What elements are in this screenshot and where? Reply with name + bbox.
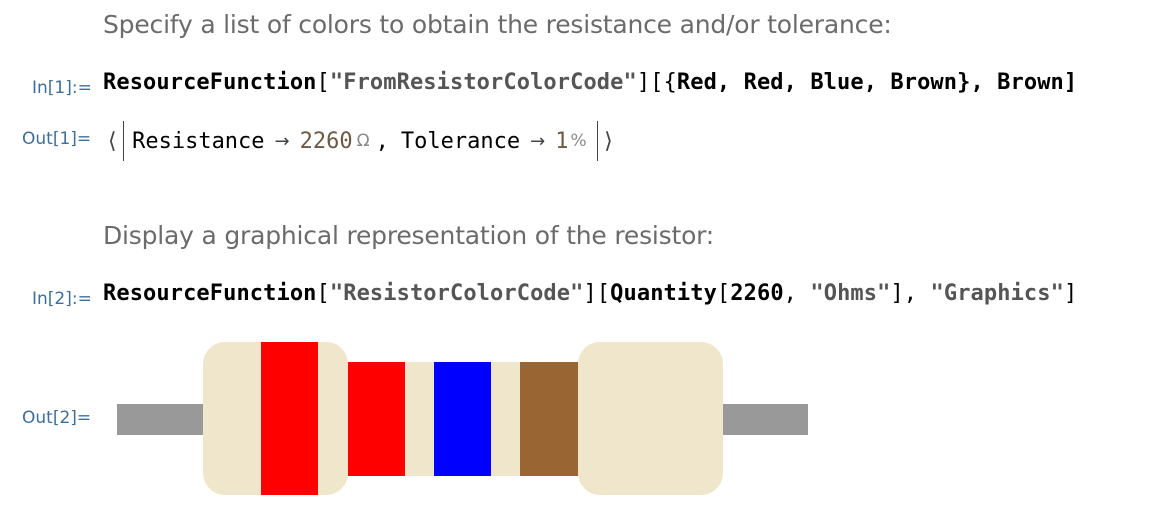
resistor-cap-right bbox=[578, 342, 723, 495]
resistor-lead-left bbox=[117, 404, 207, 435]
color-band bbox=[434, 362, 491, 476]
resistor-lead-right bbox=[718, 404, 808, 435]
color-band bbox=[261, 342, 318, 495]
color-band bbox=[348, 362, 405, 476]
resistor-graphic[interactable] bbox=[0, 0, 1165, 528]
color-band bbox=[520, 362, 578, 476]
